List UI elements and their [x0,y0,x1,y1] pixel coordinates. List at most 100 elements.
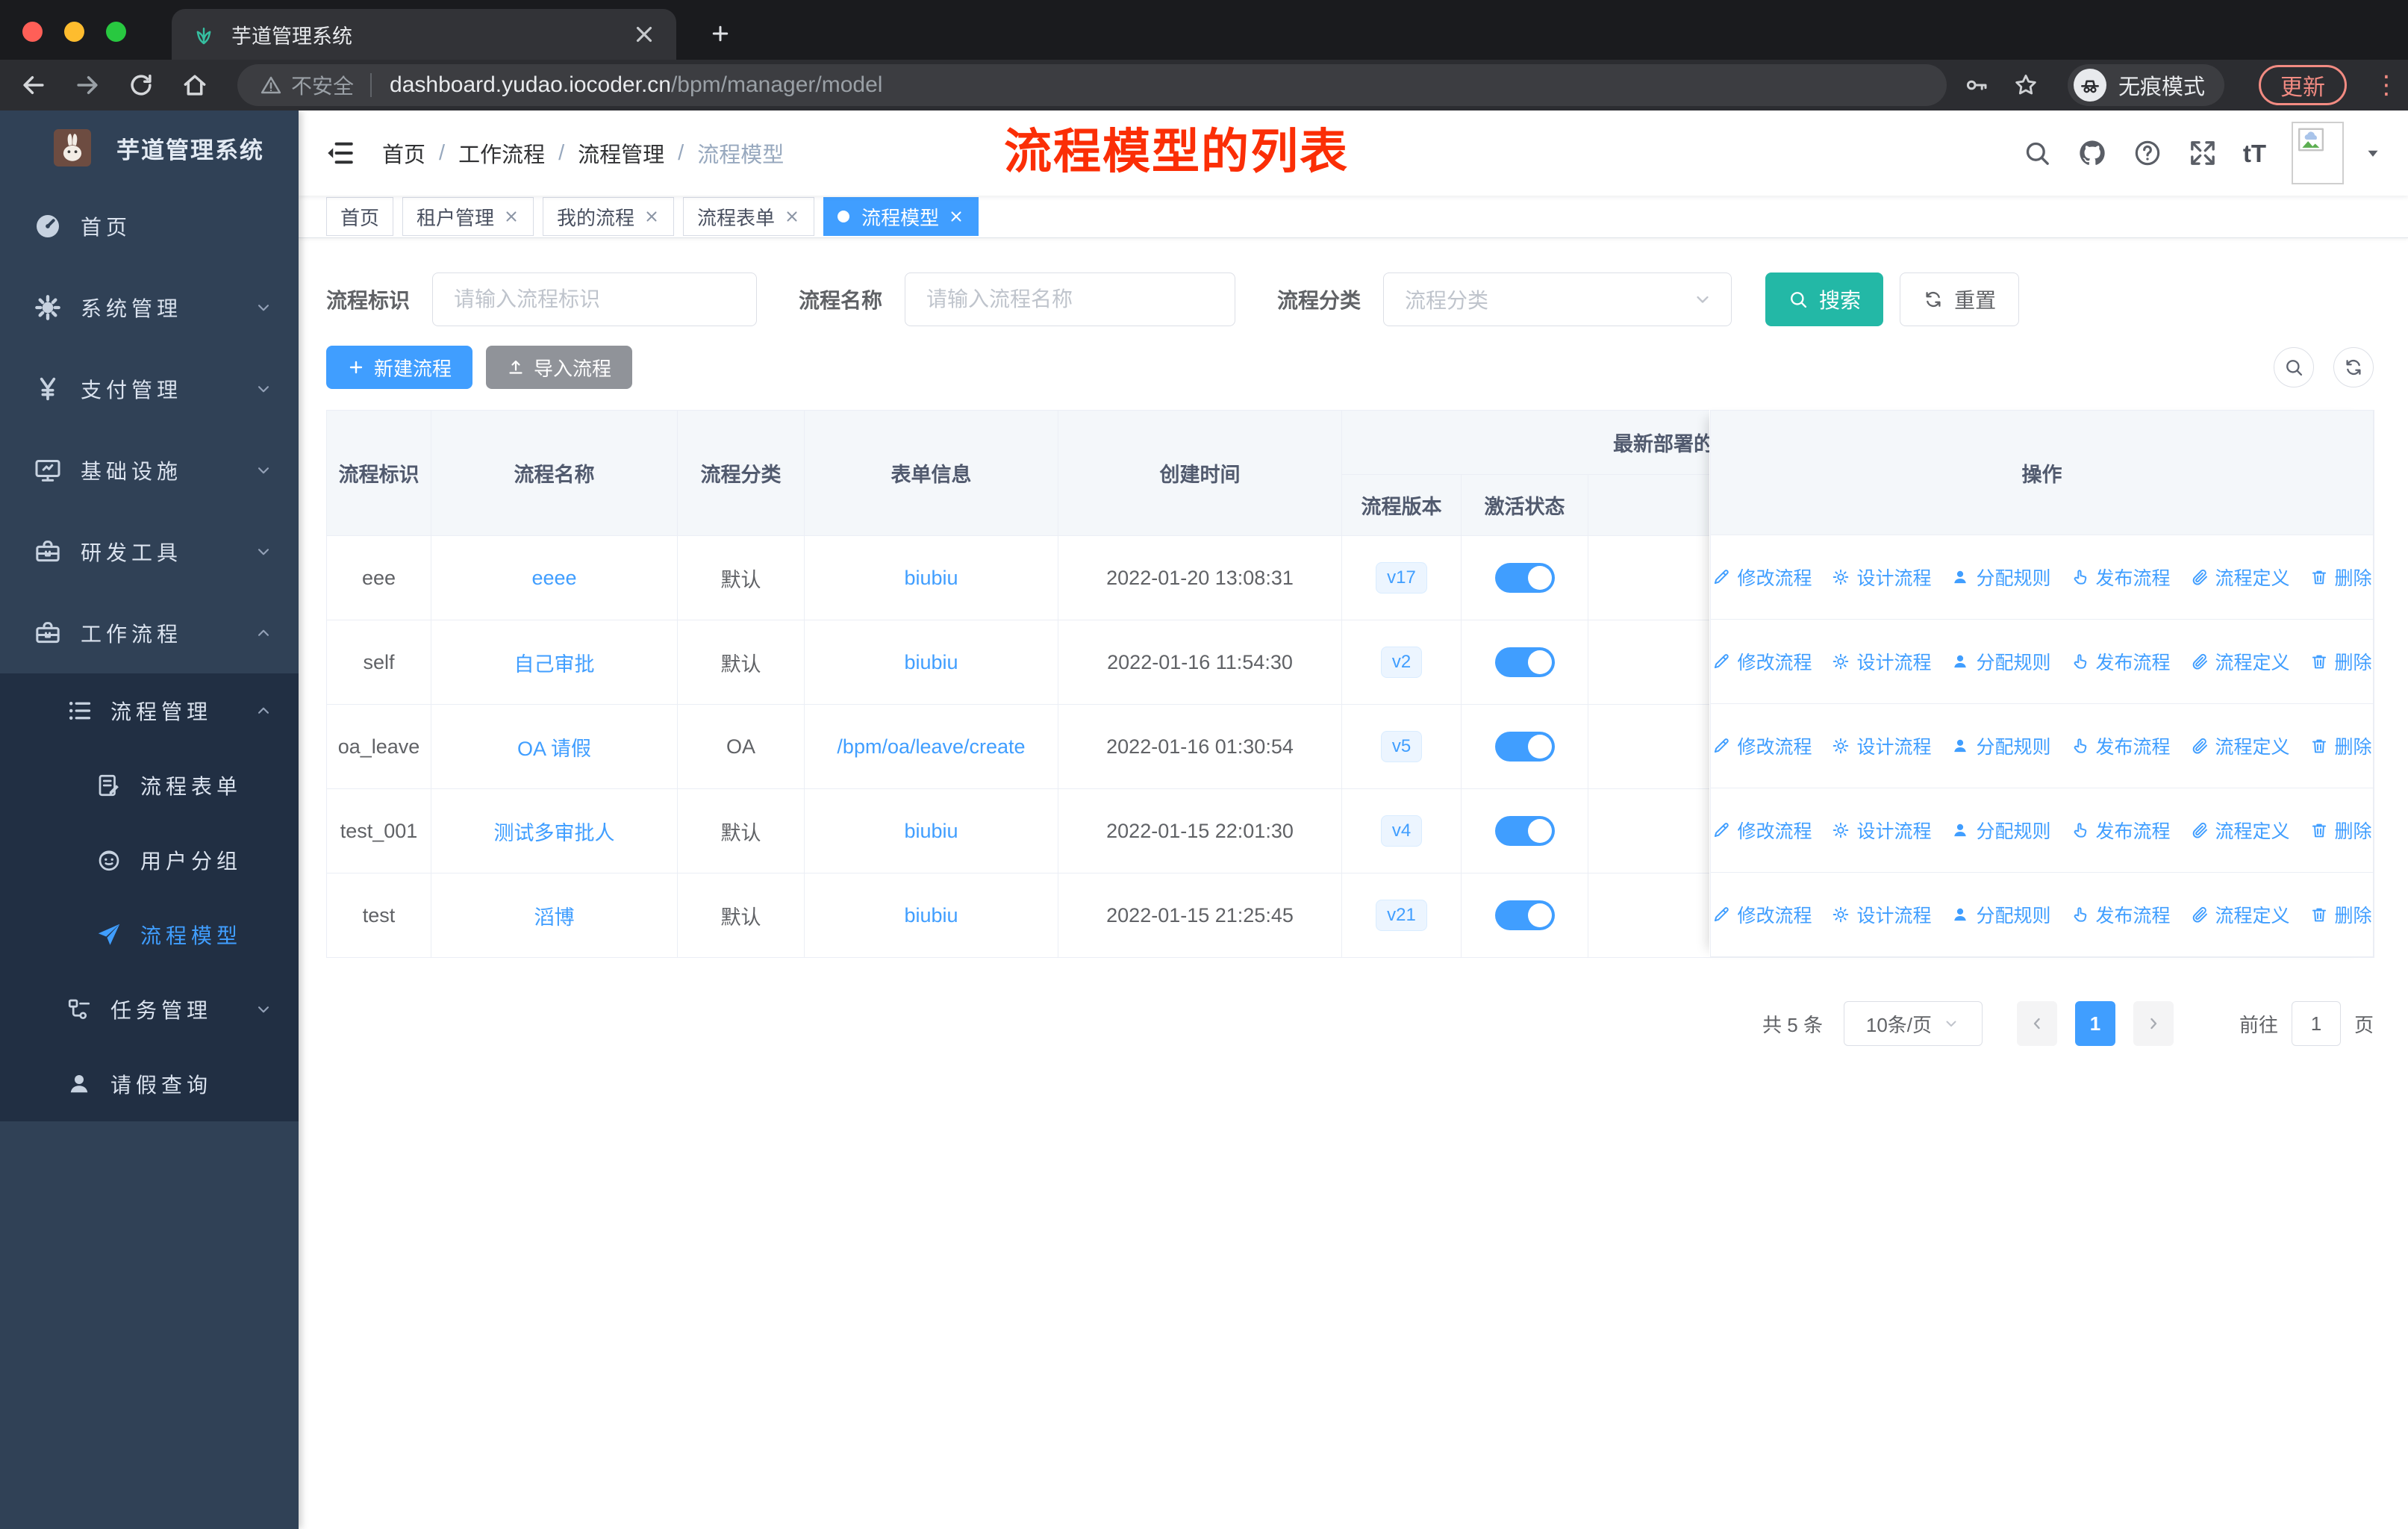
create-process-button[interactable]: 新建流程 [326,346,473,389]
delete-action-link[interactable]: 删除 [2309,901,2372,928]
modify-action-link[interactable]: 修改流程 [1712,901,1812,928]
avatar[interactable] [2292,122,2344,184]
goto-page-input[interactable] [2291,1001,2341,1046]
modify-action-link[interactable]: 修改流程 [1712,648,1812,675]
process-name-link[interactable]: eeee [531,567,576,589]
sidebar-item-infra[interactable]: 基础设施 [0,429,299,511]
assign-action-link[interactable]: 分配规则 [1950,732,2051,759]
definition-action-link[interactable]: 流程定义 [2190,648,2290,675]
sidebar-item-system[interactable]: 系统管理 [0,267,299,348]
collapse-sidebar-icon[interactable] [324,137,355,169]
active-toggle[interactable] [1494,900,1555,930]
breadcrumb-item[interactable]: 工作流程 [458,137,545,169]
tag-租户管理[interactable]: 租户管理 [402,197,534,236]
close-window-button[interactable] [22,22,43,42]
assign-action-link[interactable]: 分配规则 [1950,901,2051,928]
security-label[interactable]: 不安全 [291,70,354,100]
browser-tab[interactable]: 芋道管理系统 [172,9,676,60]
sidebar-item-home[interactable]: 首页 [0,185,299,267]
form-info-link[interactable]: biubiu [904,567,958,589]
assign-action-link[interactable]: 分配规则 [1950,817,2051,844]
process-name-link[interactable]: 滔博 [534,906,575,929]
assign-action-link[interactable]: 分配规则 [1950,648,2051,675]
key-icon[interactable] [1963,72,1990,99]
definition-action-link[interactable]: 流程定义 [2190,732,2290,759]
definition-action-link[interactable]: 流程定义 [2190,901,2290,928]
assign-action-link[interactable]: 分配规则 [1950,564,2051,591]
delete-action-link[interactable]: 删除 [2309,817,2372,844]
sidebar-item-payment[interactable]: 支付管理 [0,348,299,429]
modify-action-link[interactable]: 修改流程 [1712,817,1812,844]
reload-icon[interactable] [127,71,155,99]
active-toggle[interactable] [1494,563,1555,593]
sidebar-item-workflow[interactable]: 工作流程 [0,592,299,673]
definition-action-link[interactable]: 流程定义 [2190,817,2290,844]
process-name-link[interactable]: 自己审批 [514,653,595,676]
tag-我的流程[interactable]: 我的流程 [543,197,675,236]
sidebar-item-devtools[interactable]: 研发工具 [0,511,299,592]
sidebar-item-leave-query[interactable]: 请假查询 [0,1047,299,1121]
active-toggle[interactable] [1494,647,1555,677]
refresh-table-button[interactable] [2333,347,2374,387]
prev-page-button[interactable] [2016,1001,2057,1046]
design-action-link[interactable]: 设计流程 [1831,564,1931,591]
import-process-button[interactable]: 导入流程 [486,346,633,389]
design-action-link[interactable]: 设计流程 [1831,732,1931,759]
tag-首页[interactable]: 首页 [326,197,394,236]
tag-close-icon[interactable] [784,208,800,225]
reset-button[interactable]: 重置 [1900,273,2020,326]
delete-action-link[interactable]: 删除 [2309,648,2372,675]
delete-action-link[interactable]: 删除 [2309,732,2372,759]
sidebar-item-process-model[interactable]: 流程模型 [0,897,299,972]
sidebar-item-process-mgmt[interactable]: 流程管理 [0,673,299,748]
process-name-input[interactable] [905,273,1236,326]
sidebar-item-user-group[interactable]: 用户分组 [0,823,299,897]
tag-流程表单[interactable]: 流程表单 [683,197,815,236]
sidebar-item-process-form[interactable]: 流程表单 [0,748,299,823]
page-number-button[interactable]: 1 [2074,1001,2115,1046]
process-id-input[interactable] [432,273,758,326]
form-info-link[interactable]: /bpm/oa/leave/create [837,735,1025,758]
tag-close-icon[interactable] [643,208,660,225]
toggle-search-button[interactable] [2274,347,2314,387]
tag-close-icon[interactable] [948,208,964,225]
back-icon[interactable] [19,71,48,99]
bookmark-star-icon[interactable] [2012,72,2039,99]
fullscreen-icon[interactable] [2188,138,2218,168]
font-size-icon[interactable]: tT [2243,141,2266,166]
design-action-link[interactable]: 设计流程 [1831,901,1931,928]
browser-menu-icon[interactable]: ⋮ [2374,70,2399,100]
search-icon[interactable] [2022,138,2052,168]
process-name-link[interactable]: 测试多审批人 [494,822,615,844]
publish-action-link[interactable]: 发布流程 [2071,732,2171,759]
page-size-select[interactable]: 10条/页 [1843,1001,1983,1046]
minimize-window-button[interactable] [64,22,84,42]
github-icon[interactable] [2077,138,2107,168]
forward-icon[interactable] [73,71,102,99]
design-action-link[interactable]: 设计流程 [1831,817,1931,844]
form-info-link[interactable]: biubiu [904,904,958,927]
process-name-link[interactable]: OA 请假 [517,738,591,760]
tag-流程模型[interactable]: 流程模型 [823,197,979,236]
publish-action-link[interactable]: 发布流程 [2071,648,2171,675]
new-tab-button[interactable] [703,16,737,51]
design-action-link[interactable]: 设计流程 [1831,648,1931,675]
publish-action-link[interactable]: 发布流程 [2071,564,2171,591]
active-toggle[interactable] [1494,732,1555,762]
home-icon[interactable] [181,71,209,99]
publish-action-link[interactable]: 发布流程 [2071,901,2171,928]
category-select[interactable]: 流程分类 [1383,273,1732,326]
definition-action-link[interactable]: 流程定义 [2190,564,2290,591]
browser-update-button[interactable]: 更新 [2259,65,2347,105]
address-bar[interactable]: 不安全 dashboard.yudao.iocoder.cn /bpm/mana… [237,64,1947,106]
help-icon[interactable] [2133,138,2162,168]
form-info-link[interactable]: biubiu [904,820,958,842]
modify-action-link[interactable]: 修改流程 [1712,564,1812,591]
tab-close-icon[interactable] [631,22,657,47]
app-logo-row[interactable]: 芋道管理系统 [0,110,299,185]
breadcrumb-item[interactable]: 流程管理 [578,137,664,169]
sidebar-item-task-mgmt[interactable]: 任务管理 [0,972,299,1047]
caret-down-icon[interactable] [2363,143,2383,163]
modify-action-link[interactable]: 修改流程 [1712,732,1812,759]
breadcrumb-item[interactable]: 首页 [382,137,425,169]
